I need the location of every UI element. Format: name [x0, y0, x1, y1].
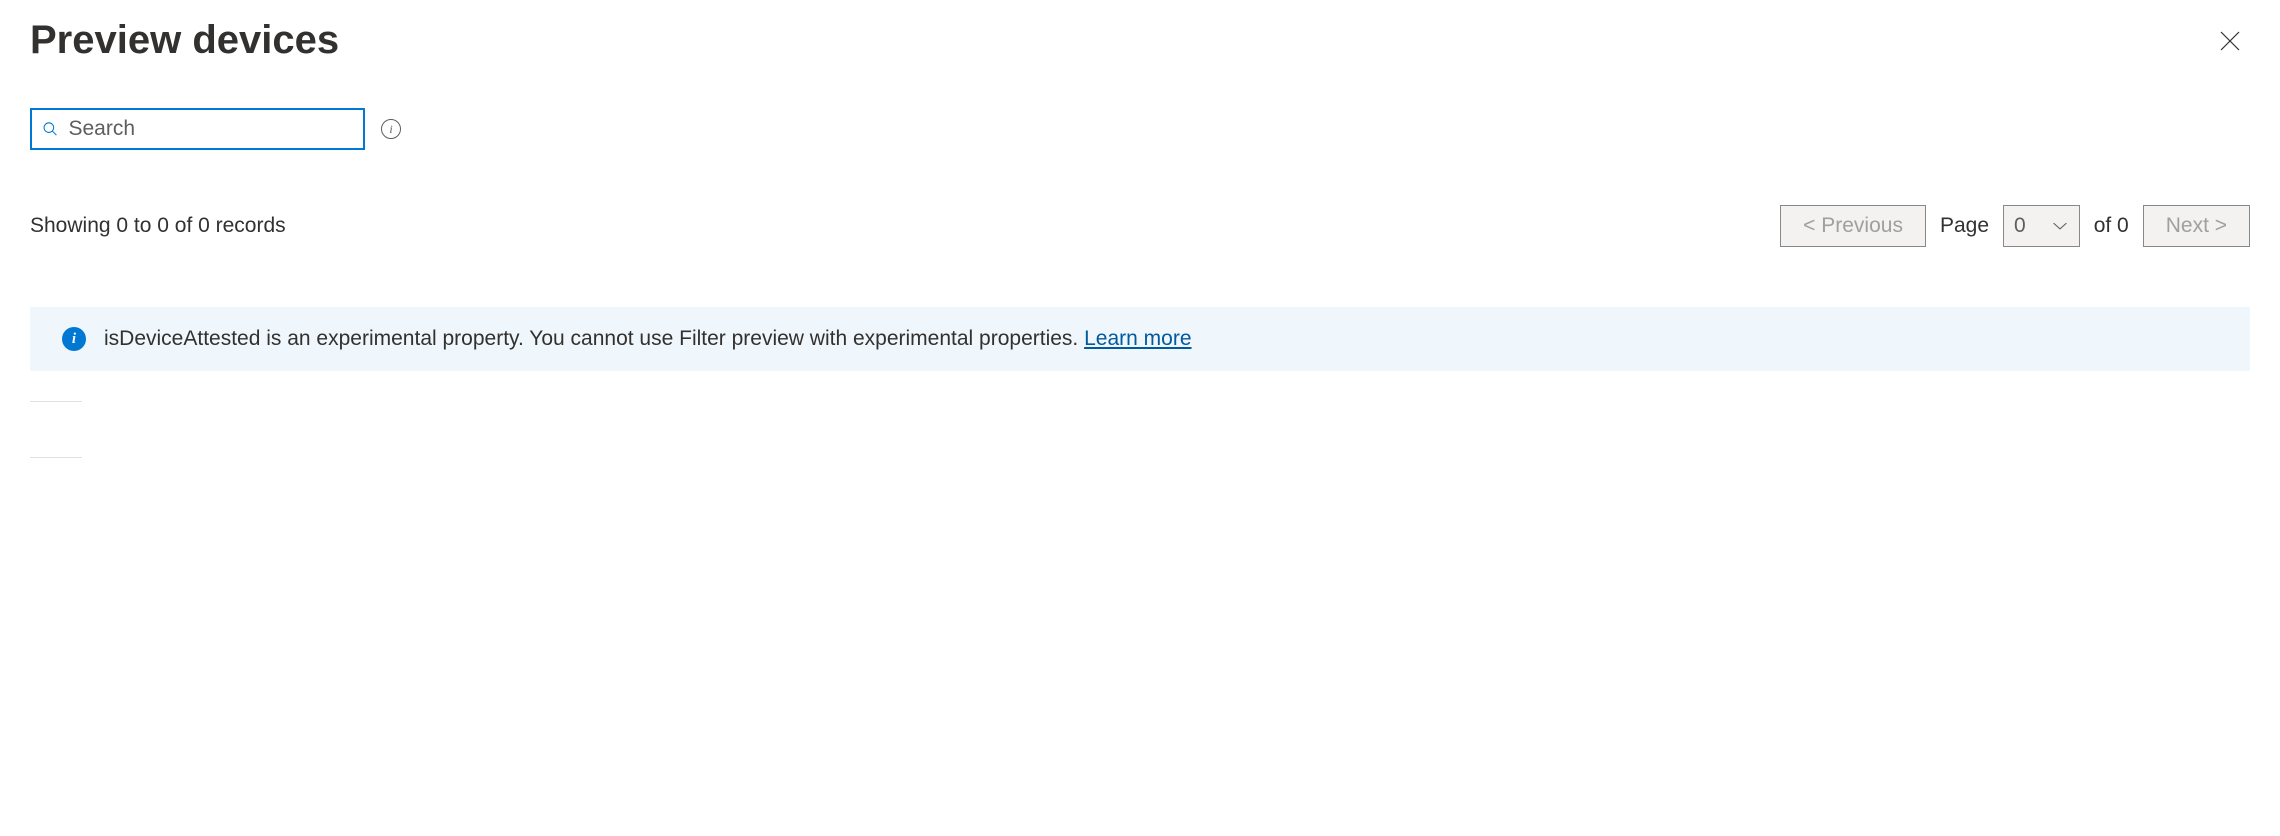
records-row: Showing 0 to 0 of 0 records < Previous P… — [30, 205, 2250, 247]
search-input[interactable] — [68, 117, 353, 141]
chevron-down-icon — [2051, 221, 2069, 231]
search-icon — [42, 120, 58, 138]
previous-button[interactable]: < Previous — [1780, 205, 1926, 247]
of-label: of 0 — [2094, 214, 2129, 238]
divider — [30, 457, 82, 458]
records-count-text: Showing 0 to 0 of 0 records — [30, 214, 286, 238]
learn-more-link[interactable]: Learn more — [1084, 327, 1191, 350]
close-button[interactable] — [2210, 21, 2250, 61]
pagination: < Previous Page 0 of 0 Next > — [1780, 205, 2250, 247]
page-label: Page — [1940, 214, 1989, 238]
info-icon[interactable]: i — [381, 119, 401, 139]
banner-message: isDeviceAttested is an experimental prop… — [104, 327, 1084, 350]
close-icon — [2218, 29, 2242, 53]
info-banner-icon: i — [62, 327, 86, 351]
divider — [30, 401, 82, 402]
search-box[interactable] — [30, 108, 365, 150]
banner-text: isDeviceAttested is an experimental prop… — [104, 327, 1192, 351]
page-title: Preview devices — [30, 18, 339, 63]
page-select-value: 0 — [2014, 214, 2026, 238]
search-row: i — [30, 108, 2250, 150]
panel-header: Preview devices — [30, 18, 2250, 63]
next-button[interactable]: Next > — [2143, 205, 2250, 247]
info-banner: i isDeviceAttested is an experimental pr… — [30, 307, 2250, 371]
page-select[interactable]: 0 — [2003, 205, 2080, 247]
